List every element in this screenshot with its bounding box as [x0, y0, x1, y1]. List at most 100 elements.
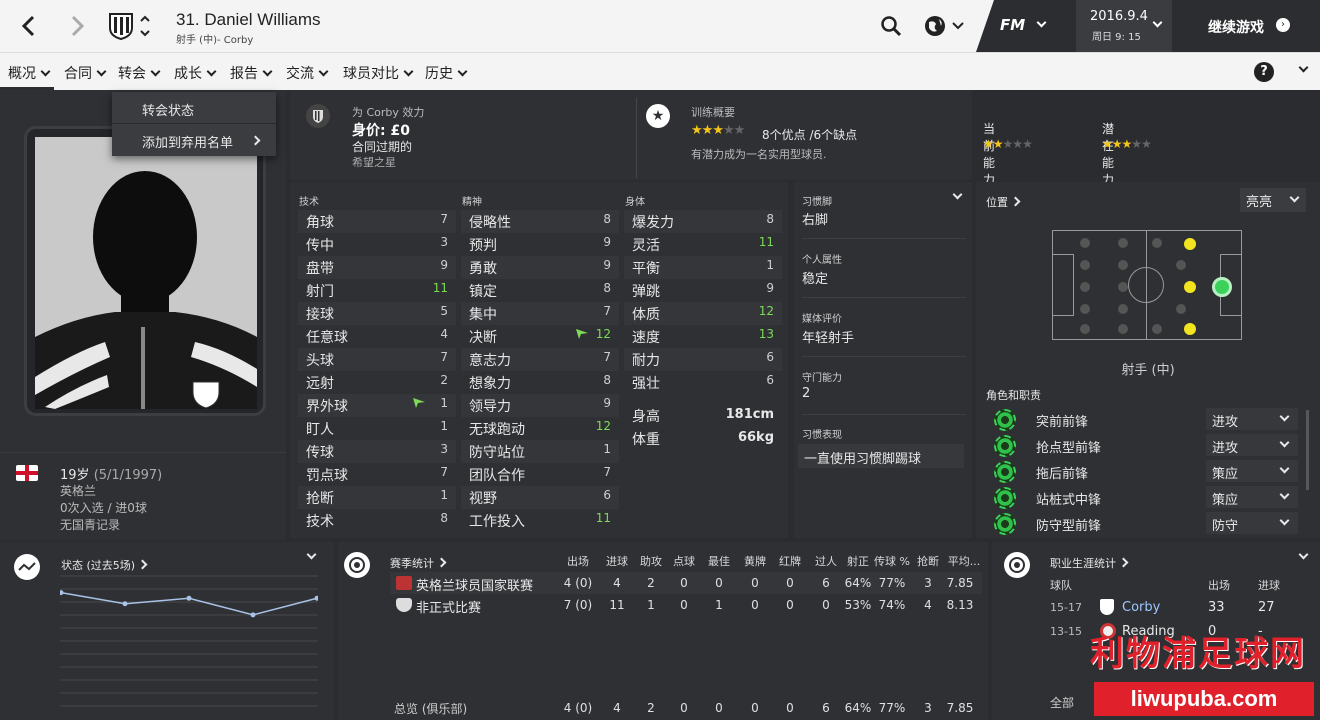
attribute-row[interactable]: 团队合作 7 — [461, 463, 619, 486]
attribute-row[interactable]: 想象力 8 — [461, 371, 619, 394]
attribute-row[interactable]: 罚点球 7 — [298, 463, 456, 486]
attribute-row[interactable]: 领导力 9 — [461, 394, 619, 417]
attribute-row[interactable]: 盯人 1 — [298, 417, 456, 440]
attribute-row[interactable]: 盘带 9 — [298, 256, 456, 279]
collapse-icon[interactable] — [952, 189, 963, 205]
tab-development[interactable]: 成长 — [174, 63, 217, 83]
form-point[interactable] — [60, 590, 64, 596]
tab-compare[interactable]: 球员对比 — [343, 63, 414, 83]
form-point[interactable] — [122, 601, 128, 607]
tab-label: 球员对比 — [343, 66, 399, 82]
tab-contract[interactable]: 合同 — [64, 63, 107, 83]
role-row[interactable]: 防守型前锋 防守 — [990, 512, 1302, 536]
pitch-diagram — [1052, 230, 1242, 340]
role-duty-select[interactable]: 防守 — [1206, 512, 1298, 534]
role-duty-select[interactable]: 进攻 — [1206, 408, 1298, 430]
career-row[interactable]: 15-17 Corby 33 27 — [992, 596, 1320, 620]
position-name: 射手 (中) — [1121, 363, 1175, 378]
role-row[interactable]: 突前前锋 进攻 — [990, 408, 1302, 432]
forward-arrow-icon[interactable] — [66, 14, 88, 38]
attribute-row[interactable]: 爆发力 8 — [624, 210, 782, 233]
attribute-row[interactable]: 防守站位 1 — [461, 440, 619, 463]
attribute-name: 盯人 — [306, 422, 334, 438]
collapse-icon[interactable] — [1298, 549, 1309, 565]
attribute-row[interactable]: 角球 7 — [298, 210, 456, 233]
attribute-name: 速度 — [632, 330, 660, 346]
attribute-row[interactable]: 预判 9 — [461, 233, 619, 256]
attribute-row[interactable]: 射门 11 — [298, 279, 456, 302]
form-point[interactable] — [250, 612, 256, 618]
personality-label: 个人属性 — [802, 255, 842, 266]
current-day-time: 周日 9: 15 — [1092, 32, 1141, 43]
attribute-row[interactable]: 技术 8 — [298, 509, 456, 532]
tab-overview[interactable]: 概况 — [8, 63, 51, 83]
career-title[interactable]: 职业生涯统计 — [1050, 555, 1129, 571]
stats-cell: 7.85 — [946, 576, 974, 590]
collapse-icon[interactable] — [306, 549, 317, 565]
role-duty-select[interactable]: 策应 — [1206, 486, 1298, 508]
fm-menu[interactable]: FM — [976, 0, 1076, 52]
club-crest-icon[interactable] — [108, 12, 134, 41]
competition-name: 英格兰球员国家联赛 — [416, 579, 534, 594]
date-widget[interactable]: 2016.9.4 周日 9: 15 — [1076, 0, 1172, 52]
menu-item-add-to-release[interactable]: 添加到弃用名单 — [112, 124, 276, 156]
attribute-row[interactable]: 远射 2 — [298, 371, 456, 394]
attribute-row[interactable]: 工作投入 11 — [461, 509, 619, 532]
tab-interaction[interactable]: 交流 — [286, 63, 329, 83]
form-point[interactable] — [186, 595, 192, 601]
attribute-row[interactable]: 意志力 7 — [461, 348, 619, 371]
role-row[interactable]: 站桩式中锋 策应 — [990, 486, 1302, 510]
role-duty-select[interactable]: 进攻 — [1206, 434, 1298, 456]
role-row[interactable]: 拖后前锋 策应 — [990, 460, 1302, 484]
back-arrow-icon[interactable] — [18, 14, 40, 38]
attribute-row[interactable]: 耐力 6 — [624, 348, 782, 371]
watermark-title: 利物浦足球网 — [1090, 634, 1306, 674]
player-photo — [24, 126, 266, 416]
attribute-row[interactable]: 速度 13 — [624, 325, 782, 348]
attribute-row[interactable]: 集中 7 — [461, 302, 619, 325]
globe-icon[interactable] — [924, 14, 966, 38]
attribute-row[interactable]: 镇定 8 — [461, 279, 619, 302]
form-title[interactable]: 状态 (过去5场) — [61, 557, 148, 573]
position-title[interactable]: 位置 — [986, 194, 1021, 210]
attribute-row[interactable]: 灵活 11 — [624, 233, 782, 256]
role-row[interactable]: 抢点型前锋 进攻 — [990, 434, 1302, 458]
highlight-select[interactable]: 亮亮 — [1240, 188, 1306, 212]
continue-button[interactable]: 继续游戏 › — [1172, 0, 1320, 52]
attribute-row[interactable]: 传中 3 — [298, 233, 456, 256]
stats-col-header[interactable]: 平均... — [942, 553, 986, 569]
stats-col-header[interactable]: 出场 — [556, 553, 600, 569]
attribute-row[interactable]: 体质 12 — [624, 302, 782, 325]
more-menu-icon[interactable] — [1294, 62, 1309, 78]
attribute-row[interactable]: 勇敢 9 — [461, 256, 619, 279]
col-goals: 进球 — [1258, 579, 1280, 592]
attribute-row[interactable]: 弹跳 9 — [624, 279, 782, 302]
attribute-row[interactable]: 界外球 1 — [298, 394, 456, 417]
menu-item-transfer-status[interactable]: 转会状态 — [112, 92, 276, 124]
attribute-row[interactable]: 平衡 1 — [624, 256, 782, 279]
form-point[interactable] — [314, 595, 319, 601]
bio-panel: 19岁 (5/1/1997) 英格兰 0次入选 / 进0球 无国青记录 — [0, 452, 286, 540]
attribute-row[interactable]: 无球跑动 12 — [461, 417, 619, 440]
attribute-row[interactable]: 头球 7 — [298, 348, 456, 371]
attribute-row[interactable]: 决断 12 — [461, 325, 619, 348]
season-stats-title[interactable]: 赛季统计 — [390, 555, 447, 571]
search-icon[interactable] — [880, 15, 902, 37]
tab-reports[interactable]: 报告 — [230, 63, 273, 83]
attribute-row[interactable]: 传球 3 — [298, 440, 456, 463]
role-duty-select[interactable]: 策应 — [1206, 460, 1298, 482]
crest-switch-icon[interactable] — [139, 12, 151, 40]
roles-scrollbar[interactable] — [1306, 410, 1309, 490]
tab-history[interactable]: 历史 — [425, 63, 468, 83]
help-icon[interactable]: ? — [1254, 62, 1274, 82]
attribute-row[interactable]: 强壮 6 — [624, 371, 782, 394]
attribute-name: 侵略性 — [469, 215, 511, 231]
attribute-row[interactable]: 视野 6 — [461, 486, 619, 509]
star-icon: ★ — [992, 137, 1004, 151]
team-link[interactable]: Corby — [1122, 600, 1160, 615]
tab-transfer[interactable]: 转会 — [118, 63, 161, 83]
attribute-row[interactable]: 接球 5 — [298, 302, 456, 325]
attribute-row[interactable]: 任意球 4 — [298, 325, 456, 348]
attribute-row[interactable]: 侵略性 8 — [461, 210, 619, 233]
attribute-row[interactable]: 抢断 1 — [298, 486, 456, 509]
